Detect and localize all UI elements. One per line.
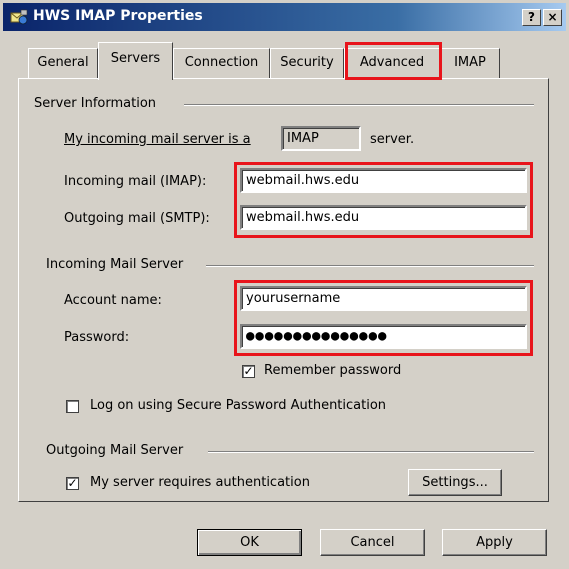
auth-required-label: My server requires authentication: [90, 475, 310, 490]
outgoing-mail-label: Outgoing mail (SMTP):: [64, 211, 210, 226]
settings-button[interactable]: Settings...: [408, 469, 502, 496]
tab-advanced[interactable]: Advanced: [344, 48, 440, 79]
incoming-mail-label: Incoming mail (IMAP):: [64, 174, 207, 189]
window-title: HWS IMAP Properties: [33, 8, 203, 24]
incoming-type-field: IMAP: [281, 126, 361, 151]
close-button[interactable]: ×: [543, 9, 562, 26]
tab-security[interactable]: Security: [270, 48, 344, 79]
password-label: Password:: [64, 330, 130, 345]
incoming-type-prefix: My incoming mail server is a: [64, 132, 251, 147]
tab-strip: General Servers Connection Security Adva…: [0, 40, 569, 80]
cancel-button[interactable]: Cancel: [320, 529, 425, 556]
account-name-label: Account name:: [64, 293, 162, 308]
server-info-divider: [184, 104, 534, 106]
apply-button[interactable]: Apply: [442, 529, 547, 556]
tab-imap[interactable]: IMAP: [440, 48, 500, 79]
password-input[interactable]: ●●●●●●●●●●●●●●●: [240, 324, 527, 349]
incoming-server-group-label: Incoming Mail Server: [46, 257, 184, 272]
server-info-group-label: Server Information: [34, 96, 157, 111]
spa-checkbox[interactable]: [66, 400, 79, 413]
tab-servers[interactable]: Servers: [98, 42, 173, 80]
outgoing-server-group-label: Outgoing Mail Server: [46, 443, 184, 458]
account-name-input[interactable]: yourusername: [240, 286, 527, 311]
incoming-server-divider: [206, 265, 534, 267]
tab-general[interactable]: General: [28, 48, 98, 79]
properties-dialog: HWS IMAP Properties ? × General Servers …: [0, 0, 569, 569]
remember-password-checkbox[interactable]: ✓: [242, 365, 255, 378]
outgoing-mail-input[interactable]: webmail.hws.edu: [240, 205, 527, 230]
help-button[interactable]: ?: [522, 9, 541, 26]
spa-label: Log on using Secure Password Authenticat…: [90, 398, 387, 413]
auth-required-checkbox[interactable]: ✓: [66, 477, 79, 490]
incoming-type-suffix: server.: [370, 132, 415, 147]
remember-password-label: Remember password: [264, 363, 402, 378]
incoming-mail-input[interactable]: webmail.hws.edu: [240, 168, 527, 193]
title-bar[interactable]: HWS IMAP Properties ? ×: [3, 3, 566, 31]
ok-button[interactable]: OK: [197, 529, 302, 556]
outgoing-server-divider: [208, 451, 534, 453]
tab-connection[interactable]: Connection: [173, 48, 270, 79]
mail-account-icon: [10, 9, 28, 25]
